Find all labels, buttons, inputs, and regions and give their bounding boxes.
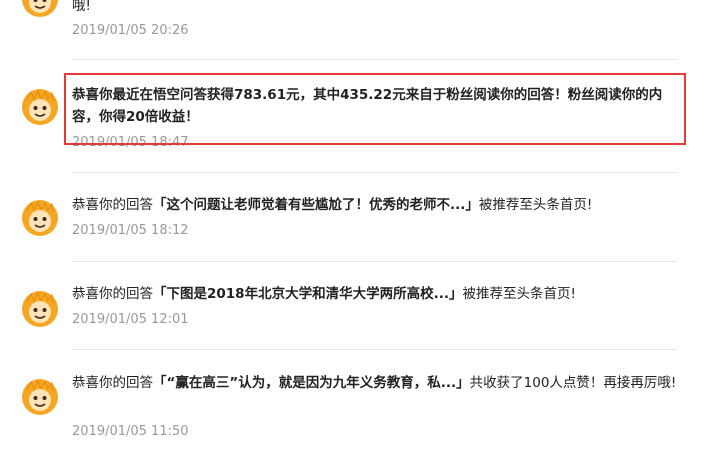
divider: [72, 59, 677, 60]
monkey-avatar-icon: [21, 88, 59, 126]
divider: [72, 349, 677, 350]
notification-bold-text: 恭喜你最近在悟空问答获得783.61元，其中435.22元来自于粉丝阅读你的回答…: [72, 87, 663, 125]
notification-text-tail: 哦!: [72, 0, 91, 14]
answer-title-link[interactable]: 「“赢在高三”认为，就是因为九年义务教育，私...」: [153, 375, 470, 391]
divider: [72, 261, 677, 262]
notification-text: 哦!: [72, 0, 684, 17]
notification-text: 恭喜你的回答「“赢在高三”认为，就是因为九年义务教育，私...」共收获了100人…: [72, 372, 684, 394]
monkey-avatar-icon: [21, 378, 59, 416]
notification-suffix: 被推荐至头条首页!: [478, 197, 593, 213]
notification-time: 2019/01/05 20:26: [72, 23, 189, 38]
notification-prefix: 恭喜你的回答: [72, 286, 153, 302]
notification-time: 2019/01/05 18:12: [72, 223, 189, 238]
notification-text: 恭喜你的回答「这个问题让老师觉着有些尴尬了！优秀的老师不...」被推荐至头条首页…: [72, 194, 684, 216]
monkey-avatar-icon: [21, 0, 59, 18]
notification-text: 恭喜你的回答「下图是2018年北京大学和清华大学两所高校...」被推荐至头条首页…: [72, 283, 684, 305]
monkey-avatar-icon: [21, 290, 59, 328]
notification-suffix: 被推荐至头条首页!: [462, 286, 576, 302]
notification-text: 恭喜你最近在悟空问答获得783.61元，其中435.22元来自于粉丝阅读你的回答…: [72, 84, 684, 128]
notification-time: 2019/01/05 11:50: [72, 424, 189, 439]
answer-title-link[interactable]: 「下图是2018年北京大学和清华大学两所高校...」: [153, 286, 462, 302]
divider: [72, 172, 677, 173]
notification-prefix: 恭喜你的回答: [72, 375, 153, 391]
notification-prefix: 恭喜你的回答: [72, 197, 153, 213]
notification-suffix: 共收获了100人点赞！再接再厉哦!: [469, 375, 677, 391]
answer-title-link[interactable]: 「这个问题让老师觉着有些尴尬了！优秀的老师不...」: [153, 197, 479, 213]
notification-feed: 哦! 2019/01/05 20:26 恭喜你最近在悟空问答获得783.61元，…: [0, 0, 707, 457]
monkey-avatar-icon: [21, 199, 59, 237]
notification-time: 2019/01/05 18:47: [72, 135, 189, 150]
notification-time: 2019/01/05 12:01: [72, 312, 189, 327]
